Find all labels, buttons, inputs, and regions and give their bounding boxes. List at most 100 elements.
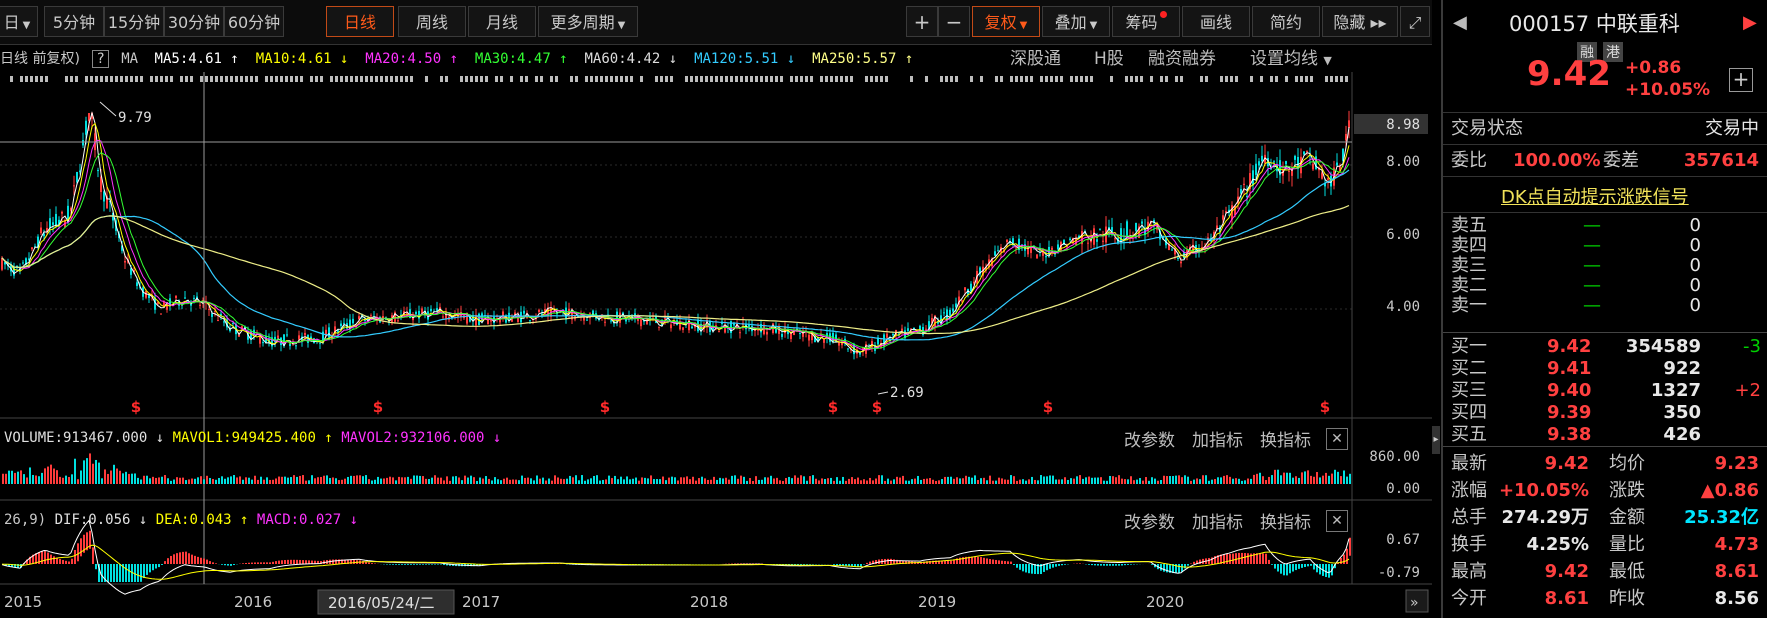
bid-level-label: 买二 — [1451, 358, 1487, 379]
sz-connect-link[interactable]: 深股通 — [1010, 46, 1061, 72]
status-label: 交易状态 — [1451, 118, 1523, 139]
zoom-out-button[interactable]: − — [938, 6, 970, 37]
bid-row: 买三 9.40 1327 +2 — [1443, 380, 1767, 402]
hide-button[interactable]: 隐藏 ▸▸ — [1322, 6, 1398, 37]
macd-edit-params-link[interactable]: 改参数 — [1124, 508, 1175, 533]
bid-row: 买五 9.38 426 — [1443, 424, 1767, 446]
stock-name: 中联重科 — [1595, 12, 1680, 36]
stat-value: 4.73 — [1714, 534, 1759, 555]
volume-axis-label: 0.00 — [1386, 481, 1420, 497]
panel-toggle-handle[interactable]: ▸ — [1432, 426, 1440, 454]
ask-row: 卖一 — 0 — [1443, 296, 1767, 316]
stat-row: 换手 4.25% 量比 4.73 — [1443, 533, 1767, 557]
period-monthly-button[interactable]: 月线 — [468, 6, 536, 37]
svg-text:$: $ — [373, 398, 383, 416]
x-axis-label: 2017 — [462, 593, 500, 611]
ask-price: — — [1583, 255, 1601, 276]
low-price-label: 2.69 — [890, 385, 924, 401]
ask-volume: 0 — [1689, 295, 1701, 316]
x-axis-label: 2016 — [234, 593, 272, 611]
high-price-label: 9.79 — [118, 110, 152, 126]
divider — [1443, 446, 1767, 447]
commission-row: 委比 100.00% 委差 357614 — [1443, 150, 1767, 172]
macd-legend: 26,9) DIF:0.056 ↓ DEA:0.043 ↑ MACD:0.027… — [4, 512, 358, 528]
volume-switch-indicator-link[interactable]: 换指标 — [1260, 426, 1311, 451]
notification-dot — [1159, 11, 1167, 18]
simple-mode-button[interactable]: 简约 — [1252, 6, 1320, 37]
stat-value: 25.32亿 — [1684, 507, 1759, 528]
stock-title: 000157 中联重科 — [1509, 8, 1680, 38]
x-axis-label: 2015 — [4, 593, 42, 611]
chart-mode-label: 日线 前复权) — [0, 51, 80, 67]
chip-button[interactable]: 筹码 — [1112, 6, 1180, 37]
stat-label: 换手 — [1451, 534, 1487, 555]
next-stock-icon[interactable]: ▶ — [1743, 12, 1757, 33]
divider — [1443, 144, 1767, 145]
period-15min-button[interactable]: 15分钟 — [104, 6, 164, 37]
period-60min-button[interactable]: 60分钟 — [224, 6, 284, 37]
dk-signal-link[interactable]: DK点自动提示涨跌信号 — [1501, 183, 1689, 209]
ma20-value: MA20:4.50 ↑ — [365, 51, 459, 67]
price-axis-label: 4.00 — [1386, 299, 1420, 315]
stock-code: 000157 — [1509, 12, 1590, 36]
volume-edit-params-link[interactable]: 改参数 — [1124, 426, 1175, 451]
ask-price: — — [1583, 275, 1601, 296]
ask-volume: 0 — [1689, 255, 1701, 276]
fullscreen-icon[interactable]: ⤢ — [1400, 6, 1430, 37]
stat-value: ▲0.86 — [1700, 480, 1759, 501]
macd-switch-indicator-link[interactable]: 换指标 — [1260, 508, 1311, 533]
close-icon[interactable]: ✕ — [1326, 428, 1348, 450]
bid-volume: 350 — [1663, 402, 1701, 423]
period-dropdown-button[interactable]: 日 ▼ — [0, 6, 38, 37]
stat-label: 均价 — [1609, 453, 1645, 474]
stat-value: 8.61 — [1544, 588, 1589, 609]
prev-stock-icon[interactable]: ◀ — [1453, 12, 1467, 33]
overlay-button[interactable]: 叠加 ▼ — [1042, 6, 1110, 37]
h-share-link[interactable]: H股 — [1094, 46, 1124, 72]
period-toolbar: 日 ▼ 5分钟 15分钟 30分钟 60分钟 日线 周线 月线 更多周期 ▼ + −… — [0, 0, 1432, 45]
ma60-value: MA60:4.42 ↓ — [584, 51, 678, 67]
chevron-down-icon: ▼ — [1323, 54, 1332, 67]
macd-axis-label: 0.67 — [1386, 532, 1420, 548]
draw-line-button[interactable]: 画线 — [1182, 6, 1250, 37]
ask-level-label: 卖一 — [1451, 295, 1487, 316]
bid-row: 买一 9.42 354589 -3 — [1443, 336, 1767, 358]
commission-ratio-value: 100.00% — [1513, 150, 1601, 171]
volume-legend: VOLUME:913467.000 ↓ MAVOL1:949425.400 ↑ … — [4, 430, 501, 446]
chevron-down-icon: ▼ — [1089, 20, 1098, 31]
bid-level-label: 买四 — [1451, 402, 1487, 423]
period-30min-button[interactable]: 30分钟 — [164, 6, 224, 37]
stat-label: 总手 — [1451, 507, 1487, 528]
more-periods-button[interactable]: 更多周期 ▼ — [538, 6, 638, 37]
stat-label: 今开 — [1451, 588, 1487, 609]
svg-text:$: $ — [1320, 398, 1330, 416]
help-icon[interactable]: ? — [92, 50, 109, 68]
kline-chart[interactable]: 9.79 2.69 $ $ $ $ $ $ $ 8.98 8.00 6.00 4.00 VO… — [0, 72, 1432, 618]
period-5min-button[interactable]: 5分钟 — [44, 6, 104, 37]
bid-price: 9.42 — [1547, 336, 1592, 357]
signal-markers: $ $ $ $ $ $ $ — [131, 398, 1330, 416]
bid-price: 9.39 — [1547, 402, 1592, 423]
low-marker-arrow — [877, 391, 889, 395]
ask-price: — — [1583, 215, 1601, 236]
volume-axis-label: 860.00 — [1369, 449, 1420, 465]
commission-diff-value: 357614 — [1683, 150, 1759, 171]
ma-settings-link[interactable]: 设置均线 ▼ — [1250, 46, 1332, 74]
period-daily-button[interactable]: 日线 — [326, 6, 394, 37]
stat-value: +10.05% — [1498, 480, 1589, 501]
bid-level-label: 买五 — [1451, 424, 1487, 445]
adjust-button[interactable]: 复权 ▼ — [972, 6, 1040, 37]
status-row: 交易状态 交易中 — [1443, 118, 1767, 140]
price-change: +0.86 — [1625, 58, 1682, 78]
stat-label: 涨幅 — [1451, 480, 1487, 501]
add-watchlist-button[interactable]: + — [1729, 68, 1753, 92]
ask-row: 卖三 — 0 — [1443, 256, 1767, 276]
period-weekly-button[interactable]: 周线 — [398, 6, 466, 37]
close-icon[interactable]: ✕ — [1326, 510, 1348, 532]
zoom-in-button[interactable]: + — [906, 6, 938, 37]
ask-row: 卖四 — 0 — [1443, 236, 1767, 256]
margin-trading-link[interactable]: 融资融券 — [1148, 46, 1216, 72]
stat-row: 最新 9.42 均价 9.23 — [1443, 452, 1767, 476]
macd-add-indicator-link[interactable]: 加指标 — [1192, 508, 1243, 533]
volume-add-indicator-link[interactable]: 加指标 — [1192, 426, 1243, 451]
